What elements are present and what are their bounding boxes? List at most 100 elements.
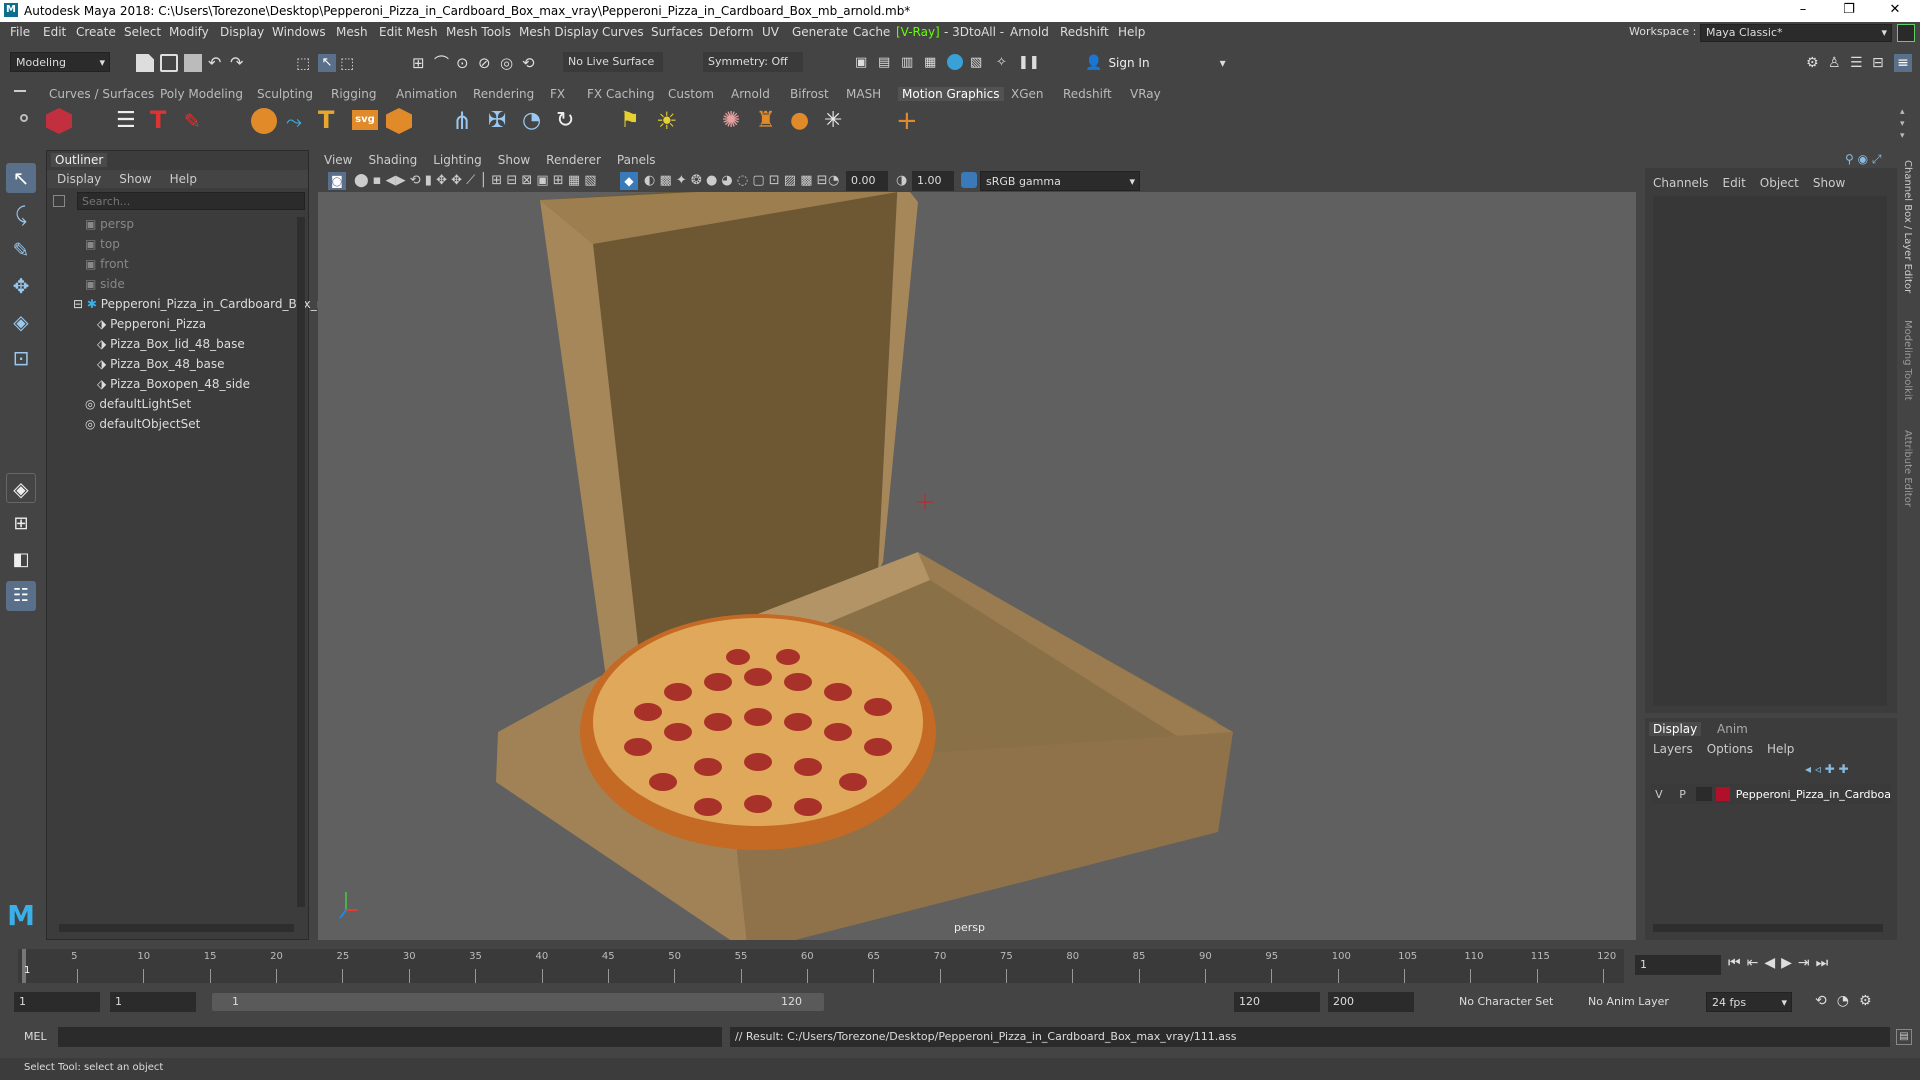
menu-windows[interactable]: Windows — [272, 25, 326, 39]
locator-icon[interactable]: + — [896, 108, 922, 134]
outliner-tab[interactable]: Outliner — [51, 153, 108, 167]
tree-item-box-lid[interactable]: ⬗ Pizza_Box_lid_48_base — [97, 337, 245, 351]
menu-file[interactable]: File — [10, 25, 30, 39]
menu-surfaces[interactable]: Surfaces — [651, 25, 703, 39]
color-space-select[interactable]: sRGB gamma ▾ — [980, 171, 1140, 191]
curve-warp-icon[interactable]: ⤳ — [286, 110, 310, 132]
select-hierarchy-icon[interactable]: ⬚ — [296, 54, 314, 72]
menu-display[interactable]: Display — [220, 25, 264, 39]
loop-icon[interactable]: ↻ — [556, 108, 582, 134]
shelf-scroll-icon[interactable]: ▴ ▾ ▾ — [1900, 106, 1912, 142]
menu-edit[interactable]: Edit — [43, 25, 66, 39]
current-frame-field[interactable]: 1 — [1635, 955, 1721, 975]
layer-visibility-toggle[interactable]: V — [1651, 788, 1667, 801]
sign-in-button[interactable]: 👤 Sign In ▾ — [1085, 53, 1226, 73]
menu-mesh-tools[interactable]: Mesh Tools — [446, 25, 511, 39]
tree-item-persp[interactable]: ▣ persp — [85, 217, 134, 231]
outliner-horizontal-scrollbar[interactable] — [59, 924, 294, 932]
shirt-icon[interactable]: ♜ — [756, 108, 782, 134]
light-array-icon[interactable]: ⚑ — [620, 108, 646, 134]
channel-box-icon[interactable]: ≡ — [1894, 54, 1912, 72]
render-view-icon[interactable]: ▧ — [970, 54, 988, 72]
layer-row[interactable]: V P Pepperoni_Pizza_in_Cardboard — [1651, 784, 1891, 804]
shelf-tab-motion-graphics[interactable]: Motion Graphics — [898, 87, 1004, 101]
color-management-icon[interactable] — [961, 172, 977, 188]
channels-menu-show[interactable]: Show — [1813, 176, 1845, 190]
playback-controls[interactable]: ⏮⇤◀▶⇥⏭ — [1728, 955, 1834, 971]
text-mesh-icon[interactable]: T — [318, 108, 342, 132]
menu-edit-mesh[interactable]: Edit Mesh — [379, 25, 438, 39]
snap-projected-icon[interactable]: ⊘ — [478, 54, 496, 72]
shelf-tab-bifrost[interactable]: Bifrost — [790, 87, 829, 101]
viewport-menu-panels[interactable]: Panels — [617, 153, 656, 167]
exposure-field[interactable]: 0.00 — [846, 171, 888, 191]
rotate-tool-icon[interactable]: ◈ — [6, 307, 36, 337]
select-object-icon[interactable]: ↖ — [318, 54, 336, 72]
menu-curves[interactable]: Curves — [602, 25, 644, 39]
character-controls-icon[interactable]: ♙ — [1828, 54, 1846, 72]
smooth-icon[interactable]: ✠ — [488, 108, 514, 134]
tree-item-front[interactable]: ▣ front — [85, 257, 129, 271]
shelf-tab-curves-surfaces[interactable]: Curves / Surfaces — [49, 87, 154, 101]
tree-item-top[interactable]: ▣ top — [85, 237, 120, 251]
redo-icon[interactable]: ↷ — [230, 54, 248, 72]
outliner-menu-show[interactable]: Show — [119, 172, 151, 186]
playback-end-field[interactable]: 120 — [1234, 992, 1320, 1012]
outliner-vertical-scrollbar[interactable] — [297, 217, 305, 907]
outliner-menu-help[interactable]: Help — [170, 172, 197, 186]
menu-generate[interactable]: Generate — [792, 25, 848, 39]
smooth-shade-icon[interactable]: ◆ — [620, 172, 638, 190]
viewport-menu-renderer[interactable]: Renderer — [546, 153, 601, 167]
shelf-tab-sculpting[interactable]: Sculpting — [257, 87, 313, 101]
snap-curve-icon[interactable]: ⌒ — [434, 54, 452, 72]
list-icon[interactable]: ☰ — [116, 110, 138, 132]
minimize-button[interactable]: – — [1780, 0, 1826, 22]
layer-type-toggle[interactable] — [1696, 787, 1713, 801]
move-tool-icon[interactable]: ✥ — [6, 271, 36, 301]
layer-menu-help[interactable]: Help — [1767, 742, 1794, 756]
menu-vray[interactable]: [V-Ray] — [896, 25, 940, 39]
shading-tools-icon[interactable]: ◐ ▩ ✦ ❂ ● ◕ ◌ ▢ ⊡ ▨ ▩ ⊟ — [644, 173, 828, 188]
snap-point-icon[interactable]: ⊙ — [456, 54, 474, 72]
side-tab-modeling-toolkit[interactable]: Modeling Toolkit — [1902, 320, 1913, 401]
gamma-icon[interactable]: ◑ — [896, 173, 907, 188]
layer-playback-toggle[interactable]: P — [1671, 788, 1695, 801]
collapse-icon[interactable]: ⊟ — [73, 297, 83, 311]
layer-color-swatch[interactable] — [1716, 787, 1730, 801]
tree-item-light-set[interactable]: ◎ defaultLightSet — [85, 397, 191, 411]
channels-menu-object[interactable]: Object — [1760, 176, 1799, 190]
menu-arnold[interactable]: Arnold — [1010, 25, 1049, 39]
layer-tool-icons[interactable]: ◂ ◃ ✚ ✚ — [1805, 762, 1849, 776]
layer-name[interactable]: Pepperoni_Pizza_in_Cardboard — [1736, 788, 1891, 801]
restore-button[interactable]: ❐ — [1826, 0, 1872, 22]
render-sequence-icon[interactable]: ▤ — [878, 54, 896, 72]
channels-menu-channels[interactable]: Channels — [1653, 176, 1709, 190]
character-set-field[interactable]: No Character Set — [1459, 995, 1553, 1008]
new-scene-icon[interactable] — [136, 54, 154, 72]
hypershade-icon[interactable] — [947, 54, 963, 70]
tool-settings-icon[interactable]: ⊟ — [1872, 54, 1890, 72]
shelf-tab-fx-caching[interactable]: FX Caching — [587, 87, 654, 101]
shelf-tab-arnold[interactable]: Arnold — [731, 87, 770, 101]
menu-mesh-display[interactable]: Mesh Display — [519, 25, 599, 39]
symmetry-field[interactable]: Symmetry: Off — [703, 52, 803, 72]
tree-item-object-set[interactable]: ◎ defaultObjectSet — [85, 417, 200, 431]
tree-item-group[interactable]: ⊟ ✱ Pepperoni_Pizza_in_Cardboard_Box_r — [73, 297, 322, 311]
undo-icon[interactable]: ↶ — [208, 54, 226, 72]
open-scene-icon[interactable] — [160, 54, 178, 72]
sweep-icon[interactable]: ◔ — [522, 108, 548, 134]
menu-modify[interactable]: Modify — [169, 25, 209, 39]
command-language[interactable]: MEL — [24, 1030, 47, 1043]
channel-box-header-icons[interactable]: ⚲ ◉ ⤢ — [1845, 152, 1882, 167]
shelf-options-icon[interactable] — [20, 114, 28, 122]
arnold-render-icon[interactable]: ✧ — [996, 54, 1014, 72]
menu-help[interactable]: Help — [1118, 25, 1145, 39]
two-view-icon[interactable]: ◧ — [6, 545, 36, 575]
instancer-icon[interactable]: ✺ — [722, 108, 748, 134]
layer-horizontal-scrollbar[interactable] — [1653, 924, 1883, 932]
start-time-field[interactable]: 1 — [14, 992, 100, 1012]
snap-view-icon[interactable]: ◎ — [500, 54, 518, 72]
scale-tool-icon[interactable]: ⊡ — [6, 343, 36, 373]
type-tool-icon[interactable]: T — [150, 108, 174, 132]
sun-icon[interactable]: ☀ — [656, 108, 682, 134]
